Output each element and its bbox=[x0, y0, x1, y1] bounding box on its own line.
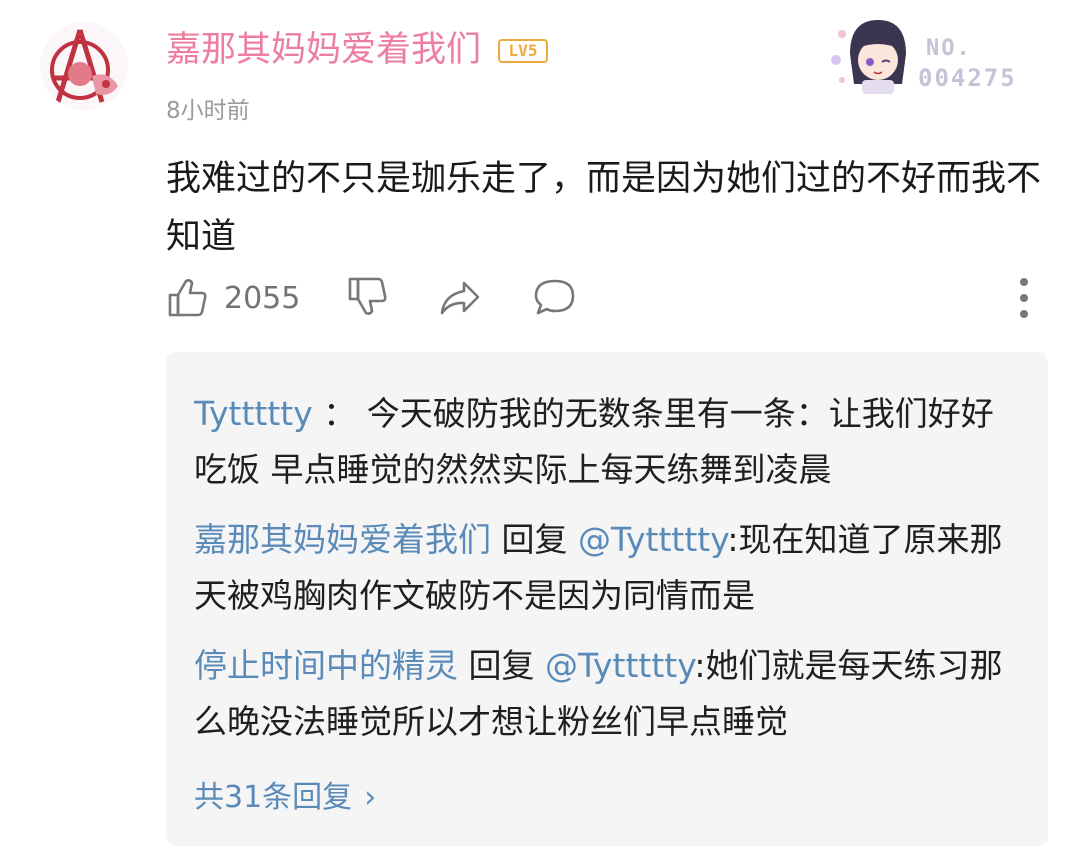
thumbs-down-icon bbox=[348, 277, 387, 315]
fan-badge-label: NO. bbox=[926, 36, 972, 61]
more-vertical-icon bbox=[1020, 278, 1028, 318]
action-bar: 2055 bbox=[166, 275, 1046, 321]
more-button[interactable] bbox=[1014, 277, 1034, 319]
comment-text: 我难过的不只是珈乐走了，而是因为她们过的不好而我不知道 bbox=[166, 159, 1042, 257]
reply-author[interactable]: 嘉那其妈妈爱着我们 bbox=[194, 520, 491, 559]
chevron-right-icon: › bbox=[364, 780, 377, 815]
view-all-replies-link[interactable]: 共31条回复 › bbox=[194, 776, 376, 820]
comment-button[interactable] bbox=[532, 275, 578, 323]
thumbs-up-icon bbox=[168, 279, 207, 317]
view-all-label: 共31条回复 bbox=[194, 780, 353, 815]
share-icon bbox=[440, 281, 480, 315]
reply-word: 回复 bbox=[491, 520, 578, 559]
fan-badge-number: 004275 bbox=[918, 64, 1017, 92]
reply-item[interactable]: 停止时间中的精灵 回复 @Tyttttty:她们就是每天练习那么晚没法睡觉所以才… bbox=[194, 638, 1014, 750]
reply-author[interactable]: 停止时间中的精灵 bbox=[194, 646, 458, 685]
timestamp: 8小时前 bbox=[166, 98, 250, 124]
dislike-button[interactable] bbox=[346, 275, 390, 323]
comment-icon bbox=[534, 279, 575, 315]
avatar-emblem-icon bbox=[50, 29, 118, 103]
reply-box: Tyttttty ： 今天破防我的无数条里有一条：让我们好好吃饭 早点睡觉的然然… bbox=[166, 352, 1048, 846]
reply-mention[interactable]: @Tyttttty bbox=[545, 646, 694, 685]
avatar[interactable] bbox=[40, 22, 128, 110]
fan-badge[interactable]: NO. 004275 bbox=[822, 12, 1047, 98]
fan-badge-character-icon bbox=[831, 20, 906, 94]
level-badge: LV5 bbox=[498, 39, 548, 63]
share-button[interactable] bbox=[438, 275, 484, 323]
like-button[interactable] bbox=[166, 275, 210, 323]
reply-author[interactable]: Tyttttty bbox=[194, 394, 313, 433]
reply-item[interactable]: 嘉那其妈妈爱着我们 回复 @Tyttttty:现在知道了原来那天被鸡胸肉作文破防… bbox=[194, 512, 1014, 624]
reply-word: 回复 bbox=[458, 646, 545, 685]
reply-item[interactable]: Tyttttty ： 今天破防我的无数条里有一条：让我们好好吃饭 早点睡觉的然然… bbox=[194, 386, 1014, 498]
reply-separator: ： bbox=[312, 394, 367, 433]
reply-mention[interactable]: @Tyttttty bbox=[578, 520, 727, 559]
username[interactable]: 嘉那其妈妈爱着我们 bbox=[166, 26, 481, 74]
like-count: 2055 bbox=[224, 281, 301, 316]
